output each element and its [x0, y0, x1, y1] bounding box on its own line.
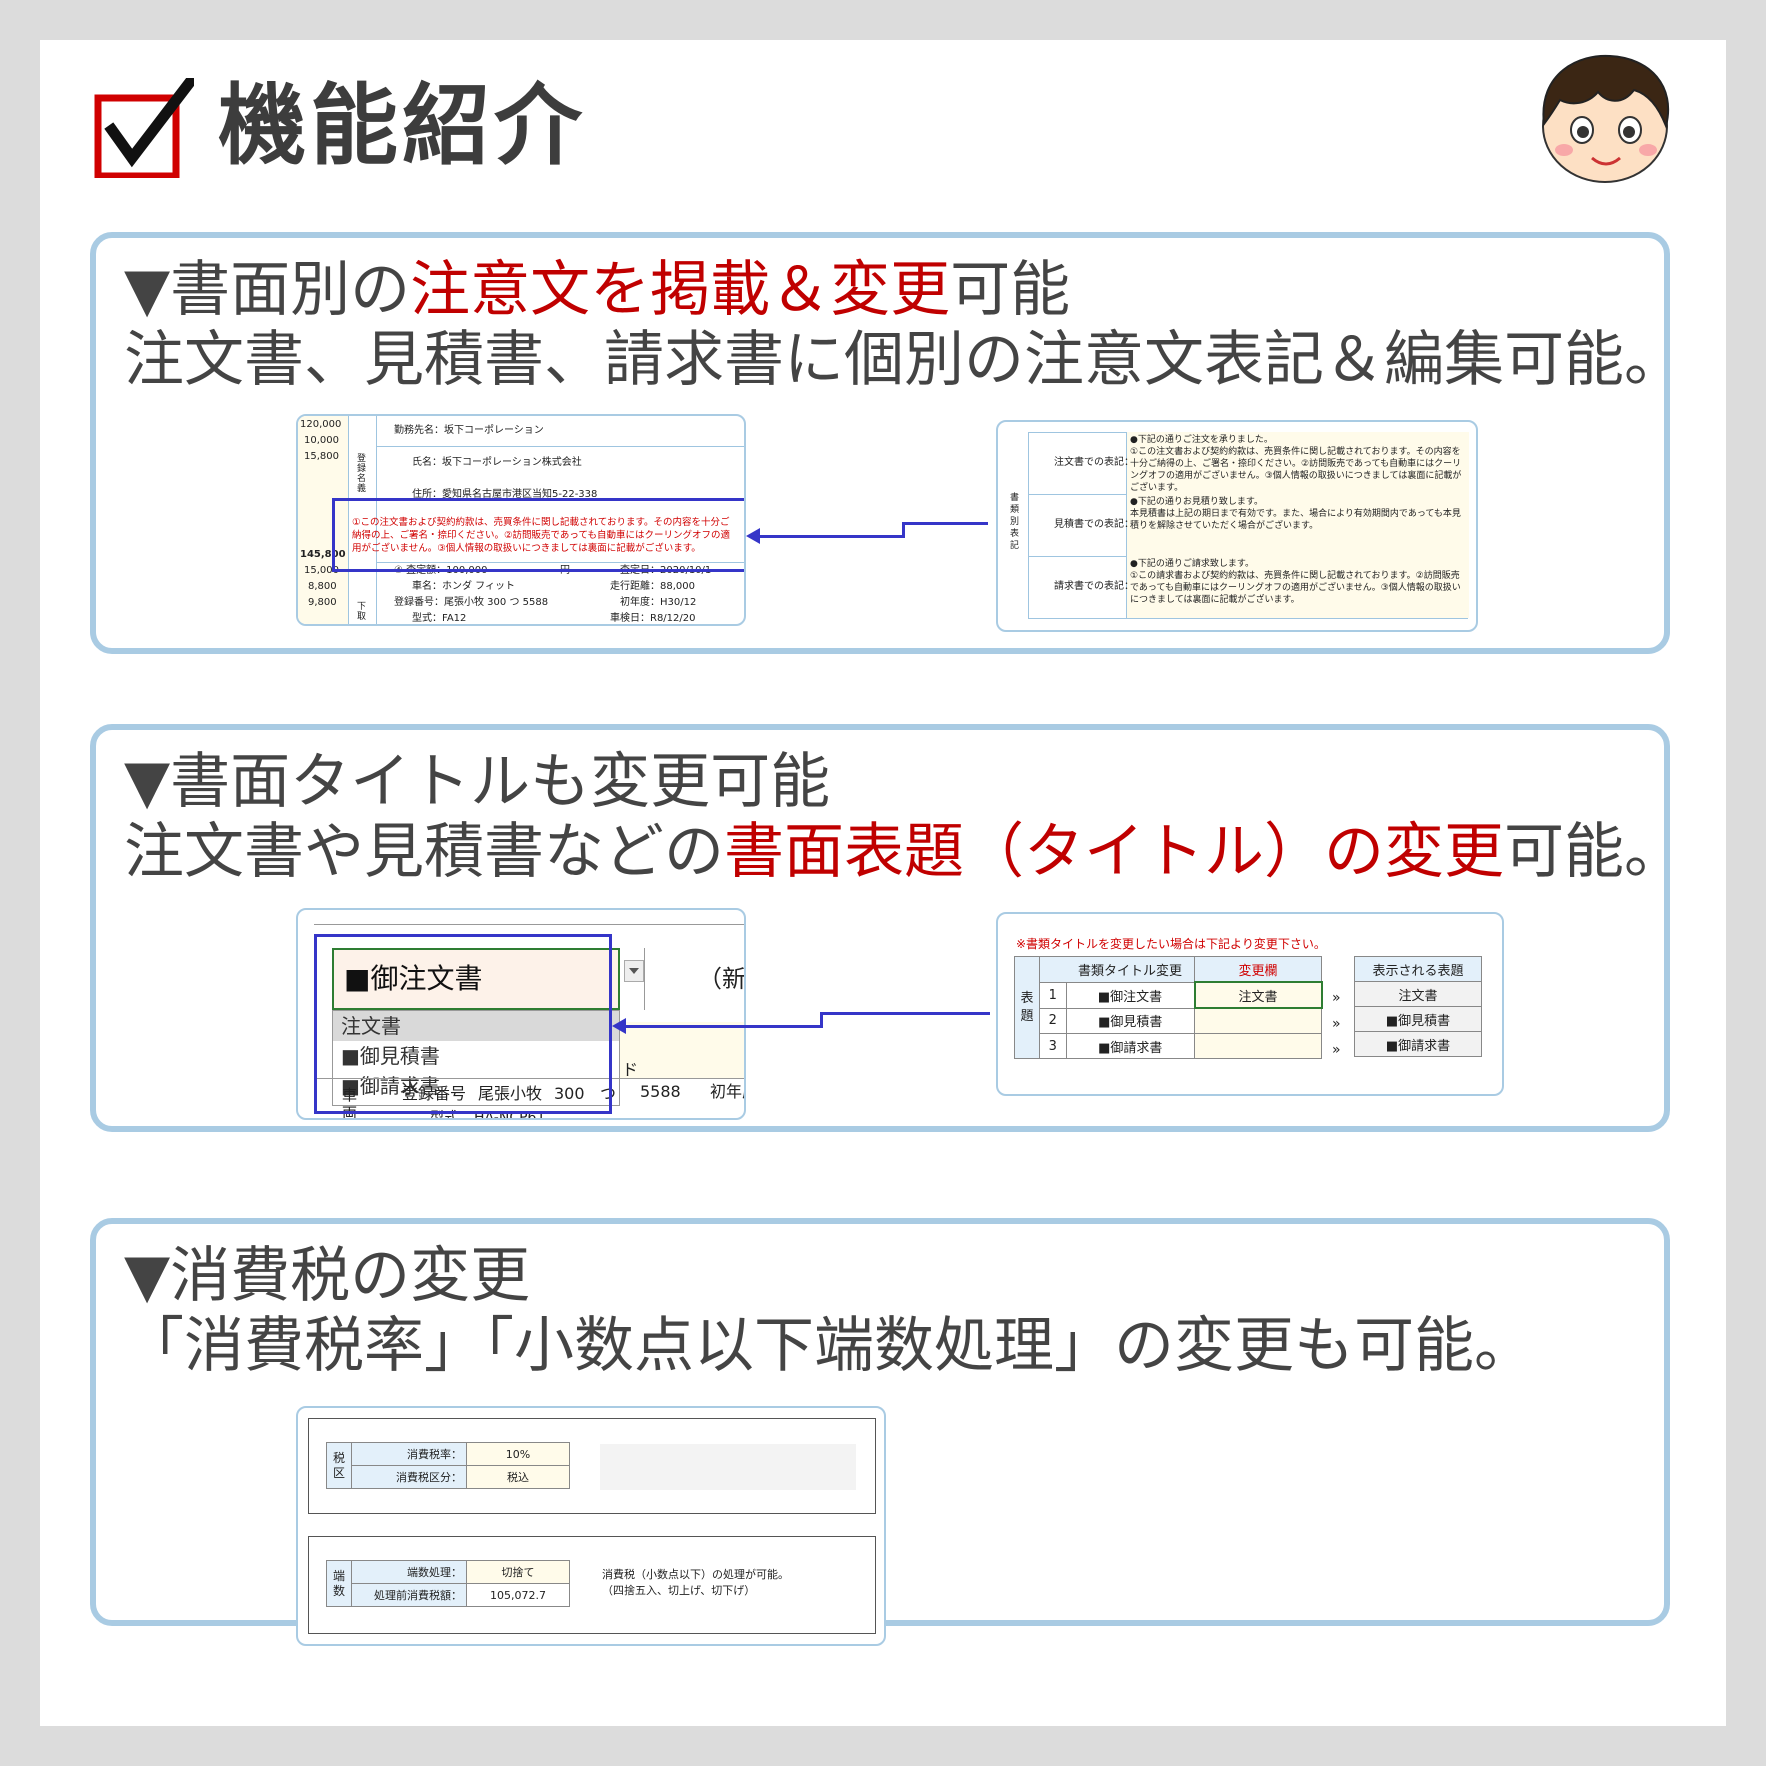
title-highlight-box	[314, 934, 612, 1114]
section-notice-subtitle: 注文書、見積書、請求書に個別の注意文表記＆編集可能。	[124, 325, 1684, 395]
title-change-table: 表題 書類タイトル変更 変更欄 1 ■御注文書 注文書 2 ■御見積書 3 ■御…	[1014, 956, 1323, 1059]
section-tax-subtitle: 「消費税率」「小数点以下端数処理」の変更も可能。	[124, 1311, 1534, 1381]
boy-face-icon	[1530, 50, 1680, 186]
arrow-marker: »	[1332, 1016, 1341, 1032]
registration-number: 5588	[640, 1082, 681, 1101]
tax-rate-table: 税区 消費税率： 10% 消費税区分： 税込	[326, 1442, 570, 1489]
display-title: ■御請求書	[1354, 1031, 1482, 1057]
placeholder-bar	[600, 1444, 856, 1490]
rounding-label: 端数処理：	[351, 1560, 467, 1584]
car-name: 車名：ホンダ フィット	[412, 581, 515, 592]
tax-settings-screenshot: 税区 消費税率： 10% 消費税区分： 税込 端数 端数処理： 切捨て 処理前消…	[296, 1406, 886, 1646]
partial-right-char: ド	[622, 1060, 639, 1079]
change-input[interactable]	[1194, 1033, 1322, 1059]
col-title-change: 書類タイトル変更	[1066, 956, 1195, 983]
tax-type-input[interactable]: 税込	[466, 1465, 570, 1489]
registration-number: 登録番号：尾張小牧 300 つ 5588	[394, 597, 549, 608]
content-card: 機能紹介 ▼書面別の注意文を掲載＆変更可能 注文書、見積書、請求書に個別の注意文…	[40, 40, 1726, 1726]
side-label-registrant: 登録名義	[357, 454, 367, 494]
section-tax: ▼消費税の変更 「消費税率」「小数点以下端数処理」の変更も可能。 税区 消費税率…	[90, 1218, 1670, 1646]
invoice-notice-text: ●下記の通りご請求致します。 ①この請求書および契約約款は、売買条件に関し記載さ…	[1130, 559, 1461, 605]
chevron-down-icon[interactable]	[624, 960, 644, 982]
section-title-change-title: ▼書面タイトルも変更可能	[124, 747, 831, 817]
section-notice-title: ▼書面別の注意文を掲載＆変更可能	[124, 255, 1071, 325]
amount-5: 8,800	[308, 581, 337, 592]
amount-2: 10,000	[304, 435, 339, 446]
row-title: ■御注文書	[1065, 981, 1195, 1009]
rounding-note-2: （四捨五入、切上げ、切下げ）	[602, 1584, 756, 1597]
rounding-table: 端数 端数処理： 切捨て 処理前消費税額： 105,072.7	[326, 1560, 570, 1607]
amount-1: 120,000	[300, 419, 342, 430]
row-number: 1	[1039, 981, 1067, 1009]
title-change-note: ※書類タイトルを変更したい場合は下記より変更下さい。	[1016, 937, 1326, 951]
pretax-label: 処理前消費税額：	[351, 1583, 467, 1607]
change-input[interactable]: 注文書	[1193, 981, 1323, 1009]
checkbox-checked-icon	[94, 74, 198, 180]
invoice-notice-label: 請求書での表記：	[1054, 581, 1134, 592]
section-title-change: ▼書面タイトルも変更可能 注文書や見積書などの書面表題（タイトル）の変更可能。 …	[90, 724, 1684, 1132]
model: 型式：FA12	[412, 613, 467, 624]
connector-line	[820, 1012, 990, 1015]
mileage: 走行距離：88,000	[610, 581, 695, 592]
row-title: ■御請求書	[1065, 1033, 1195, 1059]
page: 機能紹介 ▼書面別の注意文を掲載＆変更可能 注文書、見積書、請求書に個別の注意文…	[0, 0, 1766, 1766]
estimate-notice-text: ●下記の通りお見積り致します。 本見積書は上記の期日まで有効です。また、場合によ…	[1130, 497, 1461, 531]
tax-rate-input[interactable]: 10%	[466, 1442, 570, 1466]
tax-type-label: 消費税区分：	[351, 1465, 467, 1489]
col-change-field: 変更欄	[1194, 956, 1322, 983]
display-title-table: 表示される表題 注文書 ■御見積書 ■御請求書	[1354, 956, 1482, 1057]
title-dropdown-screenshot: ■御注文書 （新車販売 注文書 ■御見積書 ■御請求書 ド 車両 登録番号 尾張…	[296, 908, 746, 1120]
display-title: ■御見積書	[1354, 1006, 1482, 1032]
order-form-screenshot: 120,000 10,000 15,800 145,800 15,000 8,8…	[296, 414, 746, 626]
tax-rate-label: 消費税率：	[351, 1442, 467, 1466]
rounding-note-1: 消費税（小数点以下）の処理が可能。	[602, 1568, 789, 1581]
tax-side-label: 税区	[326, 1442, 352, 1489]
row-title: ■御見積書	[1065, 1007, 1195, 1034]
workplace-text: 勤務先名：坂下コーポレーション	[394, 425, 544, 436]
notice-settings-screenshot: 書類別表記 注文書での表記： ●下記の通りご注文を承りました。 ①この注文書およ…	[996, 420, 1478, 632]
col-display-title: 表示される表題	[1354, 956, 1482, 982]
arrow-marker: »	[1332, 990, 1341, 1006]
partial-title-text: （新車販売	[698, 965, 746, 993]
name-text: 氏名：坂下コーポレーション株式会社	[412, 457, 582, 468]
connector-line	[902, 522, 988, 525]
change-input[interactable]	[1194, 1007, 1322, 1034]
first-year-label: 初年度	[710, 1082, 744, 1101]
notice-highlight-box	[332, 498, 744, 572]
order-notice-text: ●下記の通りご注文を承りました。 ①この注文書および契約約款は、売買条件に関し記…	[1130, 435, 1462, 493]
rounding-input[interactable]: 切捨て	[466, 1560, 570, 1584]
arrow-marker: »	[1332, 1042, 1341, 1058]
side-label-tradein: 下取	[357, 602, 367, 622]
row-number: 2	[1039, 1007, 1067, 1034]
pretax-value: 105,072.7	[466, 1583, 570, 1607]
inspection-date: 車検日：R8/12/20	[610, 613, 696, 624]
amount-3: 15,800	[304, 451, 339, 462]
page-title: 機能紹介	[218, 74, 587, 177]
notice-side-label: 書類別表記	[1010, 493, 1020, 551]
section-notice: ▼書面別の注意文を掲載＆変更可能 注文書、見積書、請求書に個別の注意文表記＆編集…	[90, 232, 1684, 654]
first-year: 初年度：H30/12	[620, 597, 697, 608]
estimate-notice-label: 見積書での表記：	[1054, 519, 1134, 530]
arrow-left-icon	[612, 1018, 626, 1034]
section-title-change-subtitle: 注文書や見積書などの書面表題（タイトル）の変更可能。	[124, 817, 1684, 887]
arrow-left-icon	[746, 528, 760, 544]
order-notice-label: 注文書での表記：	[1054, 457, 1134, 468]
title-settings-screenshot: ※書類タイトルを変更したい場合は下記より変更下さい。 表題 書類タイトル変更 変…	[996, 912, 1504, 1096]
title-side-label: 表題	[1014, 956, 1040, 1059]
display-title: 注文書	[1354, 981, 1482, 1007]
row-number: 3	[1039, 1033, 1067, 1059]
amount-6: 9,800	[308, 597, 337, 608]
section-tax-title: ▼消費税の変更	[124, 1241, 531, 1311]
round-side-label: 端数	[326, 1560, 352, 1607]
